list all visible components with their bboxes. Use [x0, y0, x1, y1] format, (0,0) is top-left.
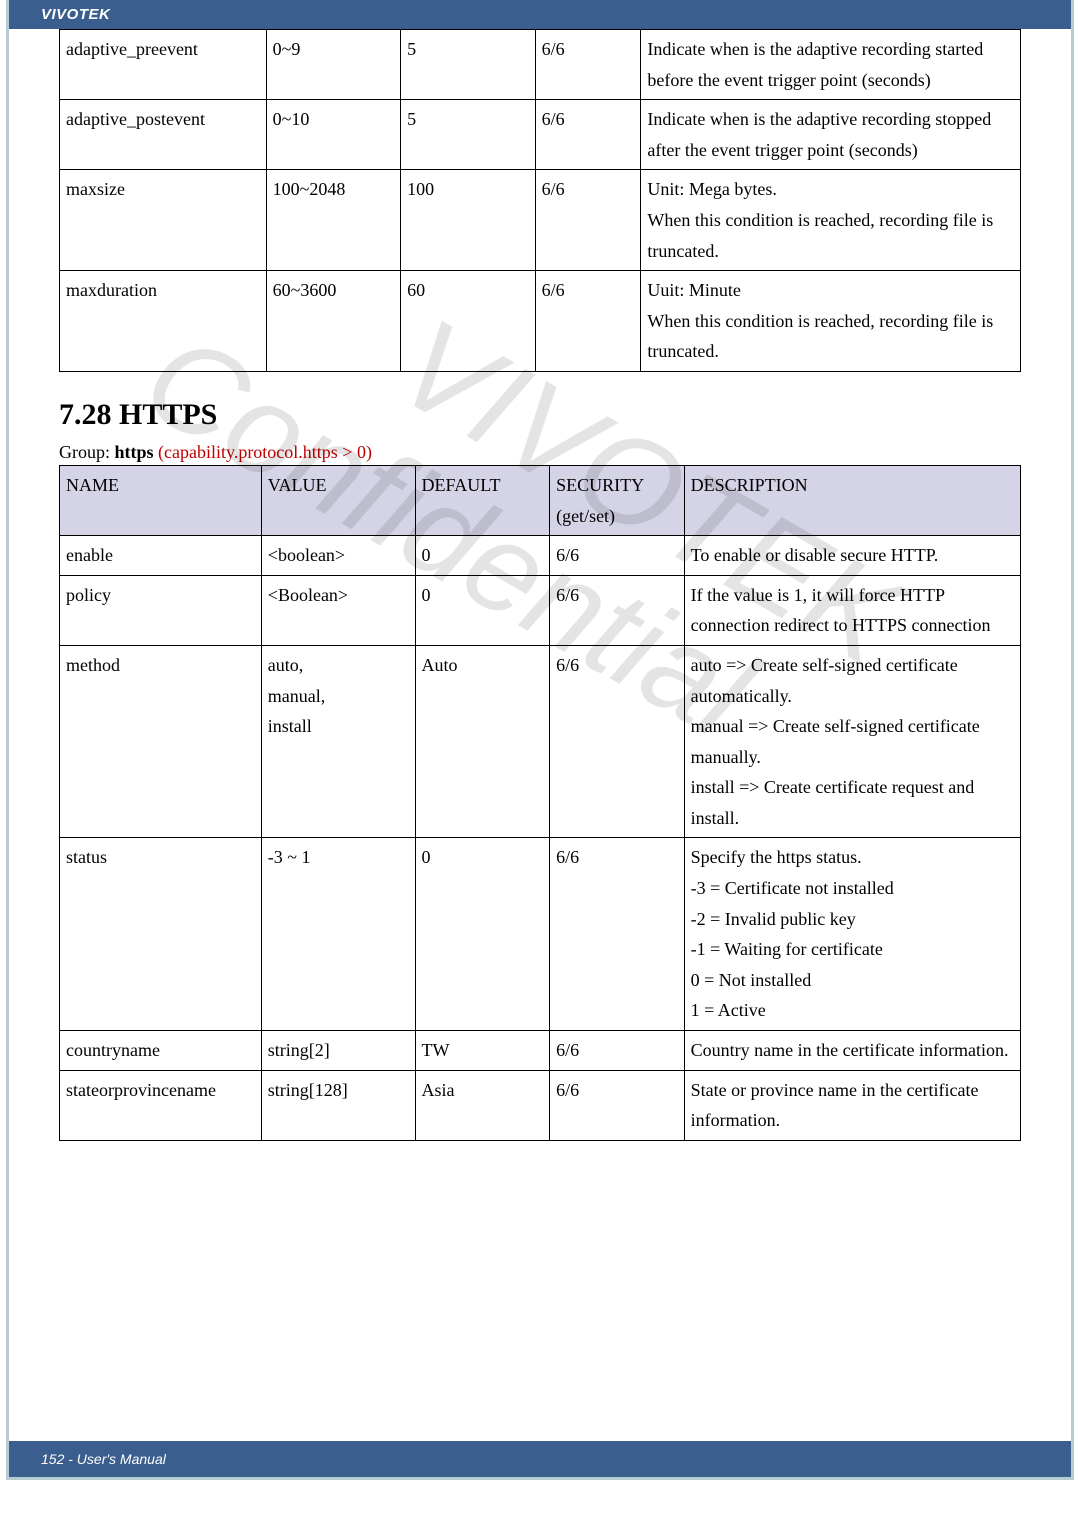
- cell-desc: Country name in the certificate informat…: [684, 1031, 1020, 1071]
- table-row: method auto, manual, install Auto 6/6 au…: [60, 645, 1021, 838]
- cell-security: 6/6: [535, 100, 641, 170]
- cell-default: 0: [415, 536, 550, 576]
- cell-default: 5: [401, 100, 536, 170]
- group-label: Group: https (capability.protocol.https …: [59, 442, 1021, 463]
- cell-security: 6/6: [535, 271, 641, 372]
- cell-name: enable: [60, 536, 262, 576]
- cell-value: 0~9: [266, 30, 401, 100]
- cell-value: 60~3600: [266, 271, 401, 372]
- cell-name: stateorprovincename: [60, 1070, 262, 1140]
- group-label-prefix: Group:: [59, 442, 115, 462]
- cell-value: string[128]: [261, 1070, 415, 1140]
- cell-desc: State or province name in the certificat…: [684, 1070, 1020, 1140]
- group-label-condition: (capability.protocol.https > 0): [154, 442, 372, 462]
- cell-default: 5: [401, 30, 536, 100]
- cell-default: Asia: [415, 1070, 550, 1140]
- https-params-table: NAME VALUE DEFAULT SECURITY (get/set) DE…: [59, 465, 1021, 1141]
- cell-value: -3 ~ 1: [261, 838, 415, 1031]
- cell-desc: auto => Create self-signed certificate a…: [684, 645, 1020, 838]
- cell-desc: To enable or disable secure HTTP.: [684, 536, 1020, 576]
- cell-value: string[2]: [261, 1031, 415, 1071]
- table-row: countryname string[2] TW 6/6 Country nam…: [60, 1031, 1021, 1071]
- cell-name: countryname: [60, 1031, 262, 1071]
- cell-desc: If the value is 1, it will force HTTP co…: [684, 575, 1020, 645]
- table-row: status -3 ~ 1 0 6/6 Specify the https st…: [60, 838, 1021, 1031]
- cell-desc: Indicate when is the adaptive recording …: [641, 30, 1021, 100]
- header-brand: VIVOTEK: [9, 0, 1071, 29]
- cell-name: status: [60, 838, 262, 1031]
- table-row: maxduration 60~3600 60 6/6 Uuit: Minute …: [60, 271, 1021, 372]
- group-label-main: https: [115, 442, 154, 462]
- table-row: adaptive_preevent 0~9 5 6/6 Indicate whe…: [60, 30, 1021, 100]
- table-row: adaptive_postevent 0~10 5 6/6 Indicate w…: [60, 100, 1021, 170]
- cell-desc: Uuit: Minute When this condition is reac…: [641, 271, 1021, 372]
- cell-value: <Boolean>: [261, 575, 415, 645]
- table-row: policy <Boolean> 0 6/6 If the value is 1…: [60, 575, 1021, 645]
- cell-value: 0~10: [266, 100, 401, 170]
- cell-name: policy: [60, 575, 262, 645]
- cell-default: 60: [401, 271, 536, 372]
- col-security: SECURITY (get/set): [550, 465, 685, 535]
- cell-default: 0: [415, 838, 550, 1031]
- cell-name: method: [60, 645, 262, 838]
- cell-security: 6/6: [550, 1070, 685, 1140]
- footer-page-label: 152 - User's Manual: [9, 1441, 1071, 1477]
- cell-name: adaptive_preevent: [60, 30, 267, 100]
- cell-security: 6/6: [535, 30, 641, 100]
- cell-default: 100: [401, 170, 536, 271]
- table-header-row: NAME VALUE DEFAULT SECURITY (get/set) DE…: [60, 465, 1021, 535]
- section-heading-https: 7.28 HTTPS: [59, 398, 1021, 432]
- col-name: NAME: [60, 465, 262, 535]
- cell-security: 6/6: [550, 645, 685, 838]
- cell-value: auto, manual, install: [261, 645, 415, 838]
- cell-default: 0: [415, 575, 550, 645]
- cell-default: Auto: [415, 645, 550, 838]
- table-row: enable <boolean> 0 6/6 To enable or disa…: [60, 536, 1021, 576]
- cell-security: 6/6: [550, 1031, 685, 1071]
- col-security-label: SECURITY: [556, 475, 644, 495]
- col-description: DESCRIPTION: [684, 465, 1020, 535]
- cell-security: 6/6: [550, 838, 685, 1031]
- cell-security: 6/6: [550, 536, 685, 576]
- cell-value: <boolean>: [261, 536, 415, 576]
- cell-value: 100~2048: [266, 170, 401, 271]
- params-table-top: adaptive_preevent 0~9 5 6/6 Indicate whe…: [59, 29, 1021, 372]
- cell-security: 6/6: [535, 170, 641, 271]
- table-row: stateorprovincename string[128] Asia 6/6…: [60, 1070, 1021, 1140]
- table-row: maxsize 100~2048 100 6/6 Unit: Mega byte…: [60, 170, 1021, 271]
- cell-security: 6/6: [550, 575, 685, 645]
- cell-name: maxsize: [60, 170, 267, 271]
- cell-desc: Unit: Mega bytes. When this condition is…: [641, 170, 1021, 271]
- cell-name: maxduration: [60, 271, 267, 372]
- col-value: VALUE: [261, 465, 415, 535]
- col-default: DEFAULT: [415, 465, 550, 535]
- cell-desc: Indicate when is the adaptive recording …: [641, 100, 1021, 170]
- cell-name: adaptive_postevent: [60, 100, 267, 170]
- col-security-sub: (get/set): [556, 506, 615, 526]
- cell-desc: Specify the https status. -3 = Certifica…: [684, 838, 1020, 1031]
- cell-default: TW: [415, 1031, 550, 1071]
